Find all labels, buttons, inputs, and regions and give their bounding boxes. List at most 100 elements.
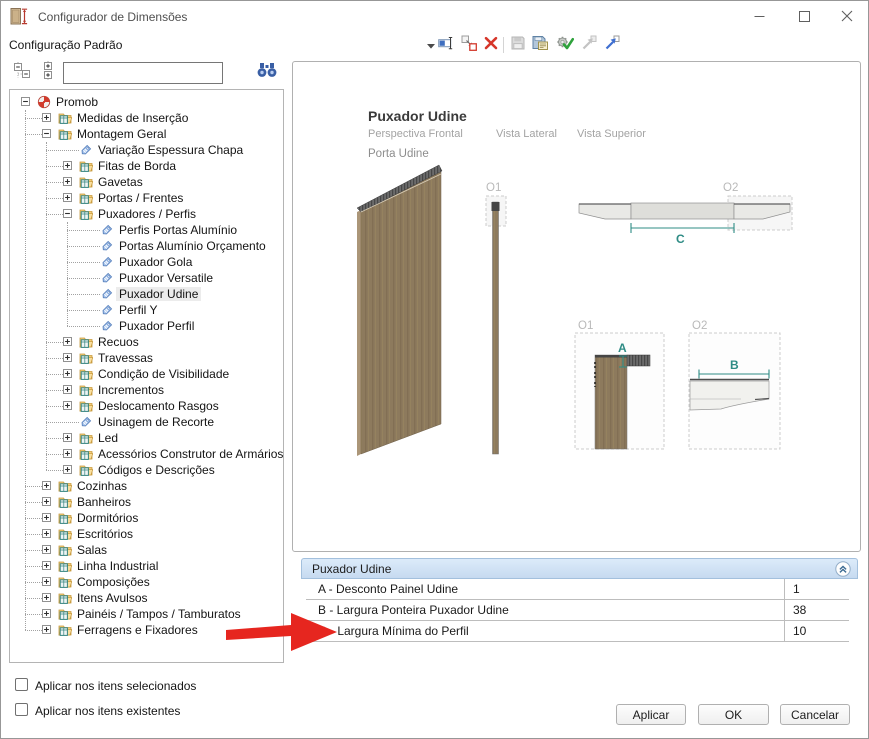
property-value[interactable]: 1: [784, 579, 849, 599]
tree-item[interactable]: Puxadores / Perfis: [10, 206, 283, 222]
tree-expander[interactable]: [42, 593, 51, 602]
save-icon: [510, 35, 526, 56]
tree-item[interactable]: Cozinhas: [10, 478, 283, 494]
property-group-header[interactable]: Puxador Udine: [301, 558, 858, 579]
link-disabled-button[interactable]: [578, 35, 600, 55]
tree-expander[interactable]: [42, 545, 51, 554]
tree-item-label: Acessórios Construtor de Armários: [95, 447, 284, 461]
maximize-button[interactable]: [787, 4, 821, 31]
tree-expander[interactable]: [63, 209, 72, 218]
apply-existing-checkbox[interactable]: [15, 703, 28, 716]
tree-item[interactable]: Promob: [10, 94, 283, 110]
tree-connector: [25, 614, 42, 615]
tree-item[interactable]: Recuos: [10, 334, 283, 350]
tree-expander[interactable]: [42, 129, 51, 138]
tree-expander[interactable]: [63, 177, 72, 186]
tree-expander[interactable]: [42, 529, 51, 538]
tree-expander[interactable]: [63, 465, 72, 474]
close-button[interactable]: [830, 4, 864, 31]
tree-connector: [46, 342, 63, 343]
tree-item[interactable]: Condição de Visibilidade: [10, 366, 283, 382]
tree-item[interactable]: Gavetas: [10, 174, 283, 190]
tree-item[interactable]: Fitas de Borda: [10, 158, 283, 174]
tree-item[interactable]: Portas Alumínio Orçamento: [10, 238, 283, 254]
save-button[interactable]: [507, 35, 529, 55]
tree-expander[interactable]: [63, 401, 72, 410]
tree-expander[interactable]: [42, 625, 51, 634]
minimize-button[interactable]: [742, 4, 776, 31]
annotation-arrow: [225, 605, 340, 662]
tree-item[interactable]: Banheiros: [10, 494, 283, 510]
tree-item[interactable]: Travessas: [10, 350, 283, 366]
link-icon: [604, 35, 620, 56]
duplicate-icon: [461, 35, 477, 56]
collapse-all-button[interactable]: [13, 63, 33, 83]
tree-item[interactable]: Itens Avulsos: [10, 590, 283, 606]
tree-connector: [25, 550, 42, 551]
tree-item-label: Recuos: [95, 335, 142, 349]
tree-item[interactable]: Códigos e Descrições: [10, 462, 283, 478]
tree-item[interactable]: Variação Espessura Chapa: [10, 142, 283, 158]
tree-item[interactable]: Puxador Versatile: [10, 270, 283, 286]
tree-expander[interactable]: [63, 193, 72, 202]
tree-item[interactable]: Escritórios: [10, 526, 283, 542]
rename-configuration-button[interactable]: [435, 35, 457, 55]
apply-selected-checkbox[interactable]: [15, 678, 28, 691]
tree-expander[interactable]: [21, 97, 30, 106]
apply-settings-button[interactable]: [554, 35, 576, 55]
tree-item[interactable]: Led: [10, 430, 283, 446]
tree-item-label: Composições: [74, 575, 153, 589]
tree-item[interactable]: Puxador Udine: [10, 286, 283, 302]
tree-item[interactable]: Perfil Y: [10, 302, 283, 318]
find-button[interactable]: [257, 62, 277, 82]
tree-expander[interactable]: [63, 449, 72, 458]
tree-item[interactable]: Puxador Perfil: [10, 318, 283, 334]
property-value[interactable]: 10: [784, 621, 849, 641]
property-value[interactable]: 38: [784, 600, 849, 620]
tree-item[interactable]: Usinagem de Recorte: [10, 414, 283, 430]
tree-item[interactable]: Composições: [10, 574, 283, 590]
tree-expander[interactable]: [42, 497, 51, 506]
tree-item[interactable]: Portas / Frentes: [10, 190, 283, 206]
ok-button[interactable]: OK: [698, 704, 769, 725]
tree-item[interactable]: Puxador Gola: [10, 254, 283, 270]
duplicate-configuration-button[interactable]: [458, 35, 480, 55]
tree-item[interactable]: Acessórios Construtor de Armários: [10, 446, 283, 462]
tree-expander[interactable]: [63, 385, 72, 394]
preview-title: Puxador Udine: [368, 108, 467, 124]
collapse-group-button[interactable]: [835, 561, 851, 577]
tree-item[interactable]: Perfis Portas Alumínio: [10, 222, 283, 238]
configuration-combo[interactable]: Configuração Padrão: [9, 38, 122, 52]
tree-expander[interactable]: [63, 433, 72, 442]
tree-expander[interactable]: [63, 161, 72, 170]
cancel-button[interactable]: Cancelar: [780, 704, 850, 725]
tree-item[interactable]: Deslocamento Rasgos: [10, 398, 283, 414]
tree-expander[interactable]: [42, 481, 51, 490]
tree-item[interactable]: Linha Industrial: [10, 558, 283, 574]
tree-expander[interactable]: [42, 609, 51, 618]
tree-expander[interactable]: [42, 113, 51, 122]
tree-item[interactable]: Medidas de Inserção: [10, 110, 283, 126]
tree-expander[interactable]: [42, 513, 51, 522]
top-view: [579, 196, 792, 233]
link-configuration-button[interactable]: [601, 35, 623, 55]
tag-icon: [100, 319, 114, 333]
tree-expander[interactable]: [42, 561, 51, 570]
tree-item[interactable]: Dormitórios: [10, 510, 283, 526]
tree-item-label: Usinagem de Recorte: [95, 415, 217, 429]
tree-item[interactable]: Incrementos: [10, 382, 283, 398]
tree-expander[interactable]: [63, 353, 72, 362]
tree-expander[interactable]: [42, 577, 51, 586]
search-input[interactable]: [63, 62, 223, 84]
tree-item-label: Salas: [74, 543, 110, 557]
tree-item-label: Travessas: [95, 351, 156, 365]
tree-expander[interactable]: [63, 337, 72, 346]
save-as-icon: [532, 35, 550, 56]
tree-item[interactable]: Salas: [10, 542, 283, 558]
delete-configuration-button[interactable]: [480, 35, 502, 55]
tree-expander[interactable]: [63, 369, 72, 378]
apply-button[interactable]: Aplicar: [616, 704, 686, 725]
save-as-button[interactable]: [530, 35, 552, 55]
tree-item[interactable]: Montagem Geral: [10, 126, 283, 142]
expand-all-button[interactable]: [38, 63, 58, 83]
